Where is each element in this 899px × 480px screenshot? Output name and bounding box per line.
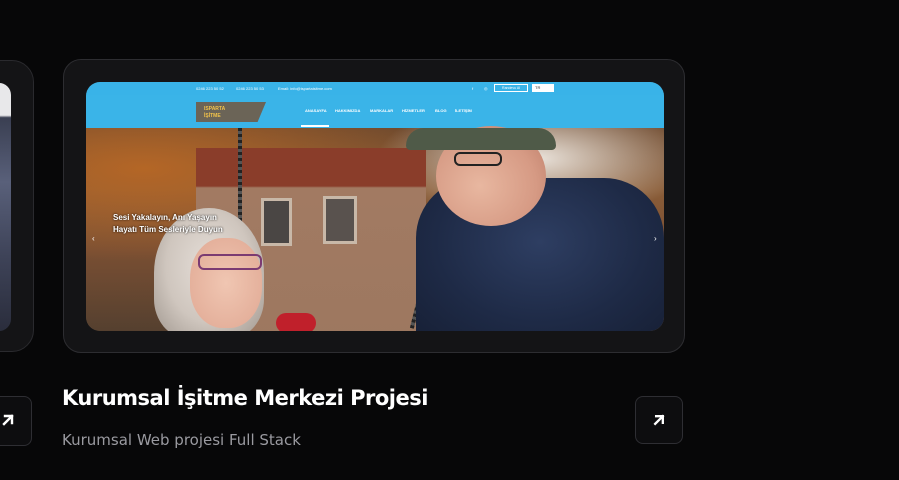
preview-phone-1: 0246 223 50 52 xyxy=(196,86,224,91)
hero-woman-scarf xyxy=(276,313,316,331)
project-title: Kurumsal İşitme Merkezi Projesi xyxy=(62,386,428,410)
preview-nav-item: MARKALAR xyxy=(370,108,394,113)
project-subtitle: Kurumsal Web projesi Full Stack xyxy=(62,431,301,449)
project-screenshot: 0246 223 50 52 0246 223 50 53 Email: inf… xyxy=(86,82,664,331)
arrow-up-right-icon xyxy=(2,414,14,426)
facebook-icon: f xyxy=(472,86,474,91)
hero-woman-glasses xyxy=(198,254,262,270)
preview-nav-item: İLETİŞİM xyxy=(455,108,472,113)
project-link-button[interactable] xyxy=(635,396,683,444)
preview-hero-photo: Sesi Yakalayın, Anı Yaşayın Hayatı Tüm S… xyxy=(86,126,664,331)
preview-quote-button: Randevu Al xyxy=(494,84,528,92)
hero-man-glasses xyxy=(454,152,502,166)
preview-nav-item: ANASAYFA xyxy=(305,108,327,113)
preview-phone-2: 0246 223 50 53 xyxy=(236,86,264,91)
arrow-up-right-icon xyxy=(653,414,665,426)
chevron-left-icon: ‹ xyxy=(92,234,95,243)
hero-window xyxy=(323,196,357,244)
previous-project-image xyxy=(0,83,11,331)
instagram-icon: ◎ xyxy=(484,86,488,91)
preview-navbar: ISPARTA İŞİTME ANASAYFA HAKKIMIZDA MARKA… xyxy=(86,95,664,128)
preview-nav-active-indicator xyxy=(301,125,329,127)
preview-nav-item: HAKKIMIZDA xyxy=(335,108,361,113)
hero-man-cap xyxy=(406,128,556,150)
hero-woman-face xyxy=(190,238,262,328)
preview-nav-item: HİZMETLER xyxy=(402,108,425,113)
previous-project-link-button[interactable] xyxy=(0,396,32,446)
preview-language-select: TR xyxy=(532,84,554,92)
preview-hero-text: Sesi Yakalayın, Anı Yaşayın Hayatı Tüm S… xyxy=(113,213,223,234)
preview-logo: ISPARTA İŞİTME xyxy=(196,102,266,122)
preview-topbar: 0246 223 50 52 0246 223 50 53 Email: inf… xyxy=(86,82,664,95)
previous-project-card[interactable] xyxy=(0,60,34,352)
chevron-right-icon: › xyxy=(654,234,657,243)
preview-email: Email: info@ispartaisitme.com xyxy=(278,86,332,91)
hero-window xyxy=(261,198,292,246)
preview-nav-item: BLOG xyxy=(435,108,447,113)
project-card[interactable]: 0246 223 50 52 0246 223 50 53 Email: inf… xyxy=(63,59,685,353)
